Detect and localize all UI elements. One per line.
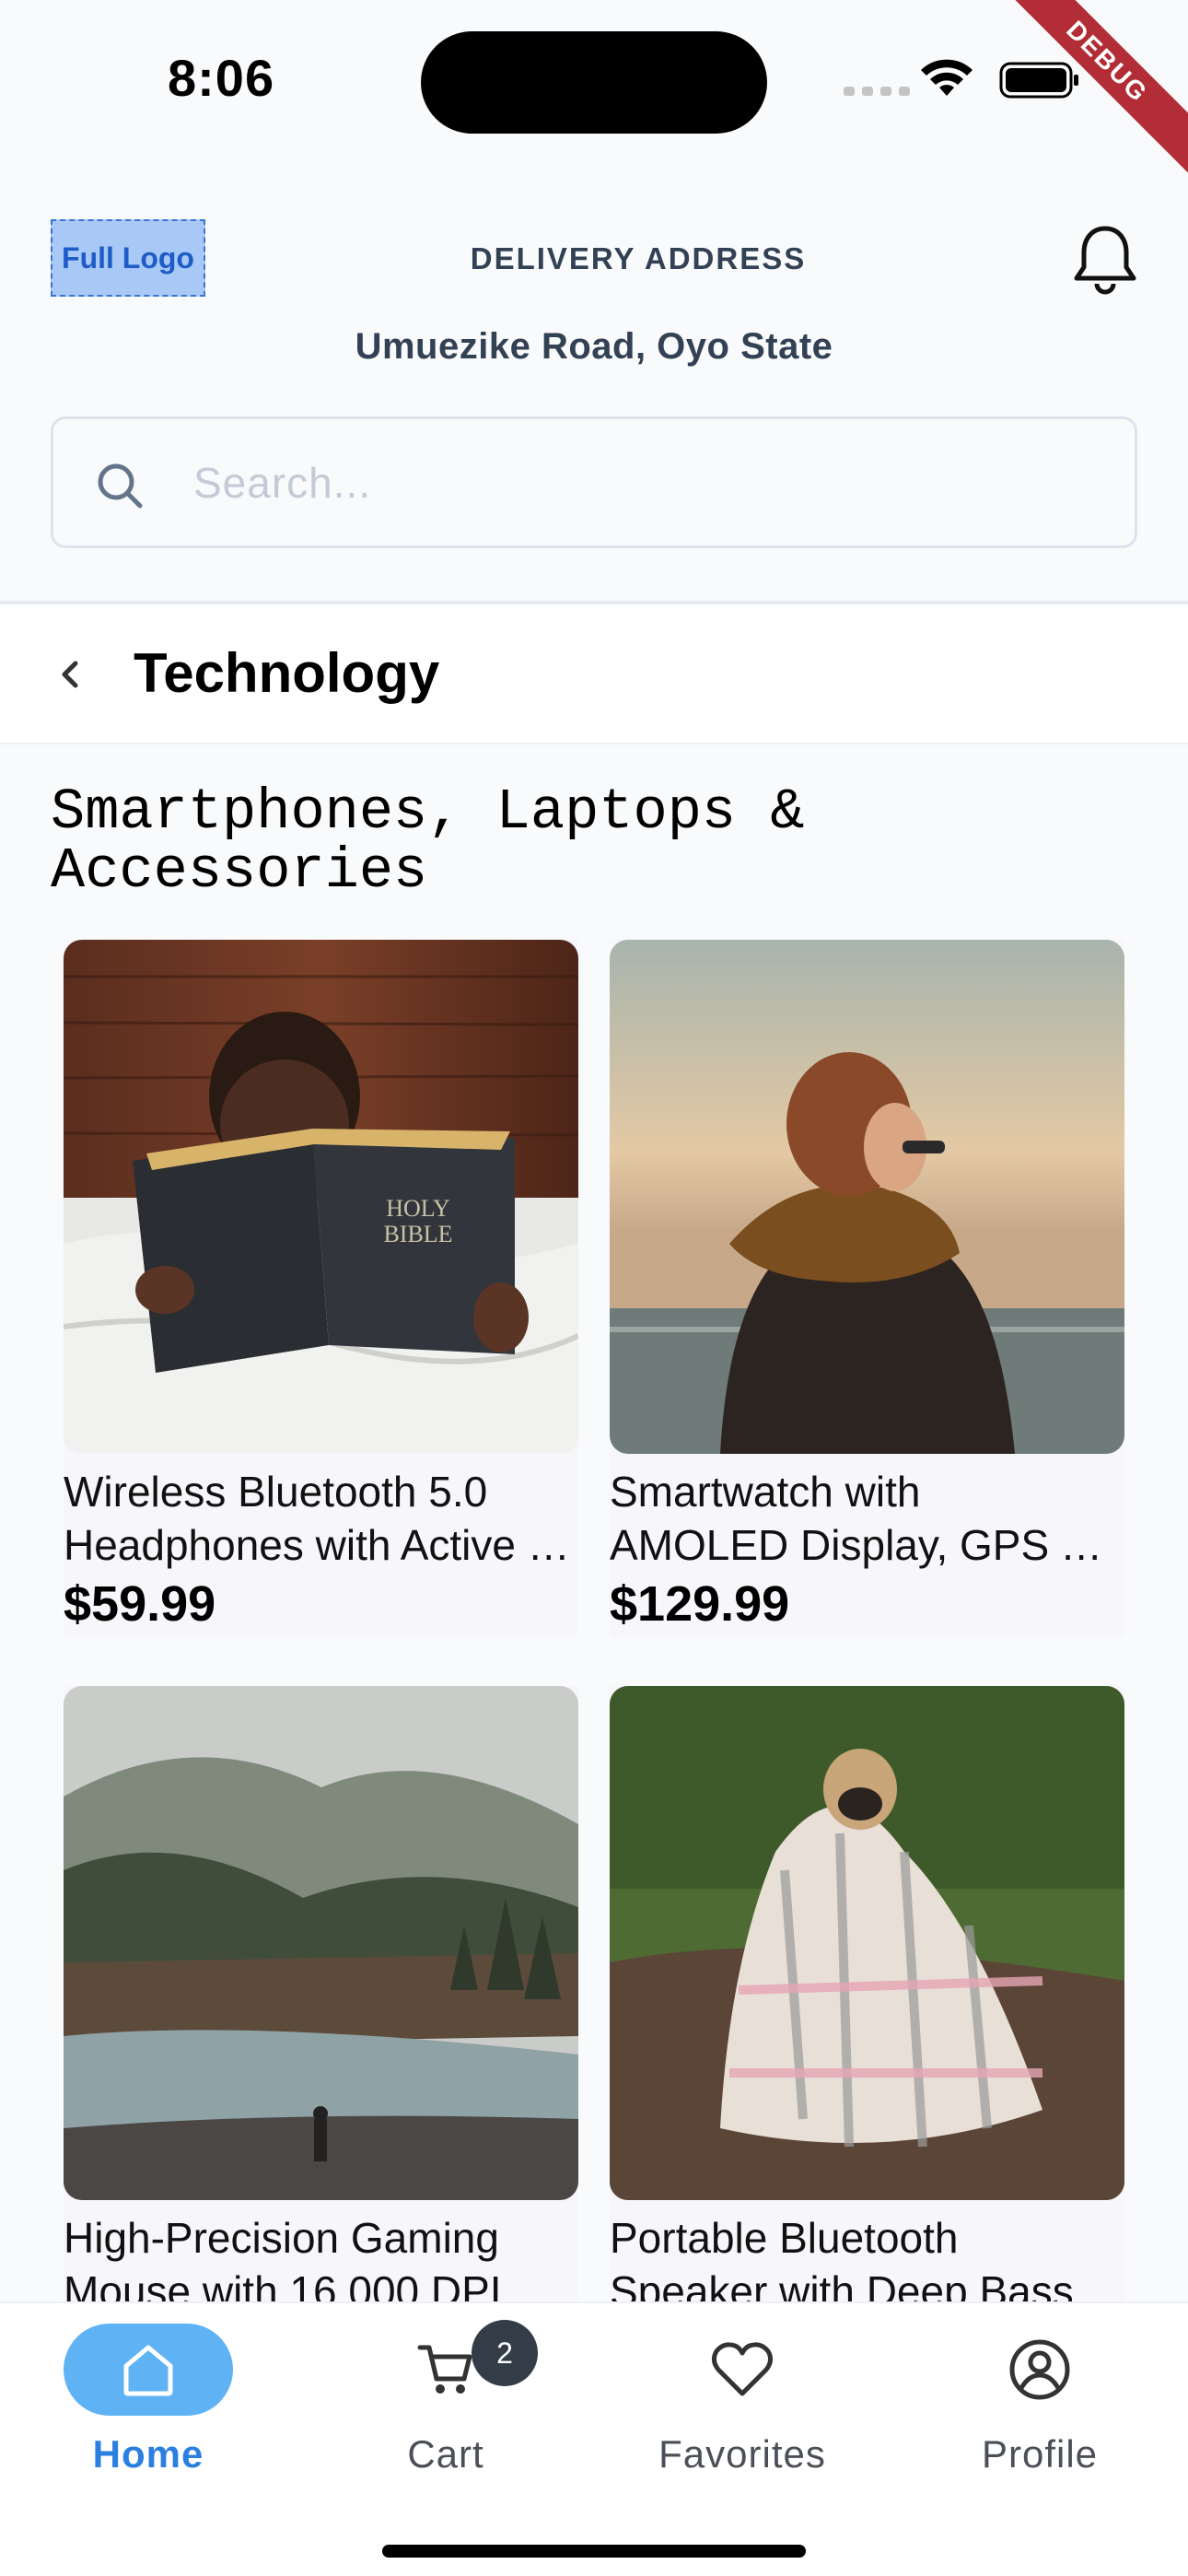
nav-home-pill — [64, 2324, 233, 2416]
delivery-address-label: DELIVERY ADDRESS — [470, 241, 807, 275]
home-indicator — [382, 2545, 806, 2558]
product-name: Portable Bluetooth Speaker with Deep Bas… — [610, 2214, 1074, 2301]
product-price: $59.99 — [64, 1576, 216, 1632]
wifi-icon — [921, 59, 973, 96]
bell-icon — [1074, 226, 1136, 295]
product-name: Wireless Bluetooth 5.0 Headphones with A… — [64, 1468, 578, 1569]
product-card[interactable]: HOLY BIBLE Wireless Bluetooth 5.0 Headph… — [64, 940, 578, 1638]
bottom-nav: Home 2 Cart Favorites Profile — [0, 2301, 1188, 2576]
heart-icon — [711, 2342, 774, 2396]
product-image — [610, 940, 1124, 1454]
product-image: HOLY BIBLE — [64, 940, 578, 1454]
nav-favorites[interactable]: Favorites — [604, 2324, 880, 2476]
dynamic-island — [421, 31, 767, 134]
nav-cart-label: Cart — [407, 2432, 484, 2476]
delivery-address[interactable]: Umuezike Road, Oyo State — [0, 326, 1188, 368]
search-input[interactable] — [193, 419, 1096, 545]
product-name: High-Precision Gaming Mouse with 16,000 … — [64, 2214, 502, 2301]
nav-profile[interactable]: Profile — [902, 2324, 1178, 2476]
svg-text:BIBLE: BIBLE — [383, 1221, 452, 1247]
nav-profile-label: Profile — [981, 2432, 1099, 2476]
status-time: 8:06 — [168, 49, 275, 107]
product-card[interactable]: Portable Bluetooth Speaker with Deep Bas… — [610, 1686, 1124, 2301]
product-card[interactable]: Smartwatch with AMOLED Display, GPS Trac… — [610, 940, 1124, 1638]
product-image — [610, 1686, 1124, 2200]
status-icons — [844, 59, 1078, 99]
chevron-left-icon — [62, 661, 78, 688]
section-title: Smartphones, Laptops & Accessories — [51, 779, 805, 904]
nav-home[interactable]: Home — [10, 2324, 286, 2476]
cellular-signal-icon — [844, 87, 910, 96]
status-bar: 8:06 DEBUG — [0, 0, 1188, 194]
product-price: $129.99 — [610, 1576, 790, 1632]
product-name: Smartwatch with AMOLED Display, GPS Trac… — [610, 1468, 1124, 1569]
nav-favorites-label: Favorites — [658, 2432, 826, 2476]
back-button[interactable] — [46, 645, 92, 704]
profile-icon — [1009, 2339, 1070, 2400]
nav-profile-icon-wrap — [955, 2324, 1124, 2416]
cart-icon — [417, 2345, 472, 2394]
search-icon — [98, 463, 143, 509]
battery-icon — [999, 62, 1078, 99]
nav-favorites-icon-wrap — [658, 2324, 827, 2416]
nav-cart[interactable]: 2 Cart — [308, 2320, 584, 2476]
notification-button[interactable] — [1071, 221, 1139, 295]
svg-text:HOLY: HOLY — [386, 1195, 450, 1222]
product-grid: HOLY BIBLE Wireless Bluetooth 5.0 Headph… — [64, 940, 1124, 2301]
product-card[interactable]: High-Precision Gaming Mouse with 16,000 … — [64, 1686, 578, 2301]
nav-home-label: Home — [92, 2432, 204, 2476]
product-image — [64, 1686, 578, 2200]
cart-badge: 2 — [472, 2320, 538, 2386]
category-bar: Technology — [0, 604, 1188, 744]
home-icon — [123, 2345, 173, 2396]
category-title: Technology — [134, 642, 440, 704]
search-bar[interactable] — [51, 416, 1137, 548]
